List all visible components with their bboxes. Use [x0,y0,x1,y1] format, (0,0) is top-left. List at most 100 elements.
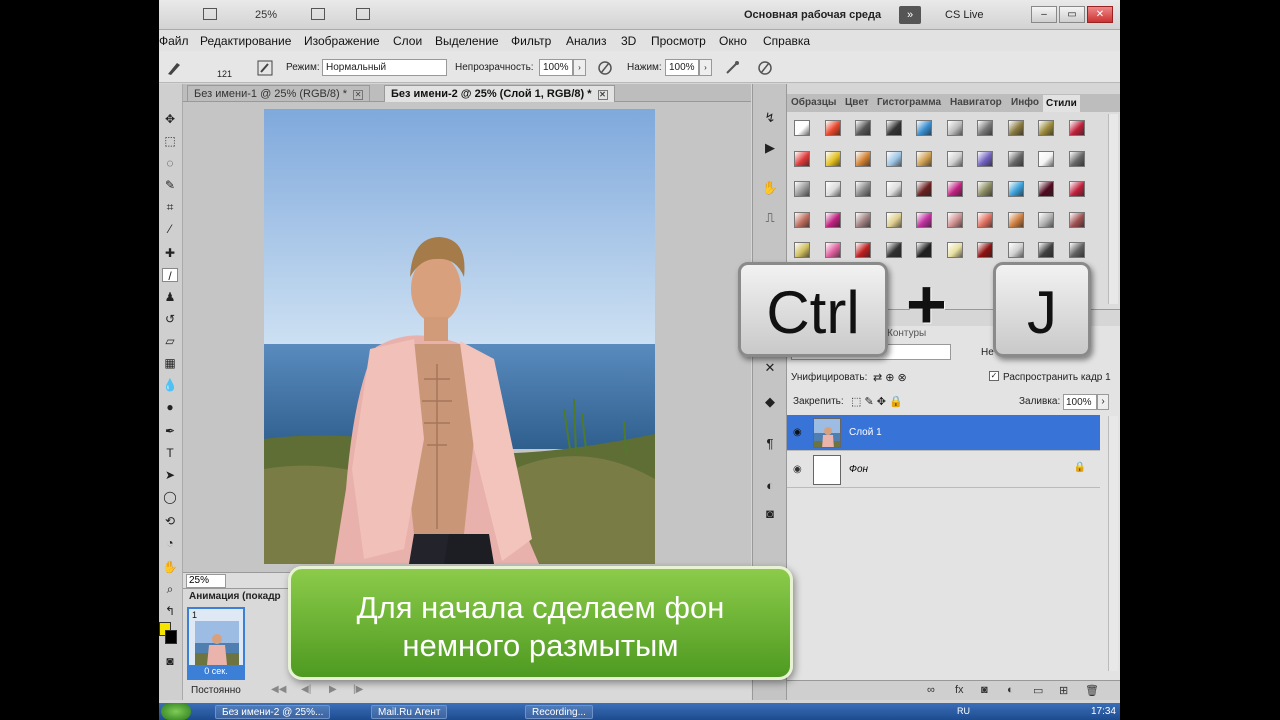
style-swatch[interactable] [946,181,963,197]
screen-mode-icon[interactable] [356,8,370,20]
play-icon[interactable]: ▶ [329,684,337,695]
tablet-pressure-icon[interactable] [756,59,774,77]
new-layer-icon[interactable]: ⊞ [1059,684,1068,697]
tablet-opacity-icon[interactable] [596,59,614,77]
style-swatch[interactable] [824,181,841,197]
marquee-tool-icon[interactable]: ⬚ [162,134,178,148]
style-swatch[interactable] [1068,181,1085,197]
prev-frame-icon[interactable]: ◀| [301,684,311,695]
menu-layers[interactable]: Слои [393,34,422,48]
actions-panel-icon[interactable]: ▶ [761,140,779,156]
fill-input[interactable]: 100% [1063,394,1097,410]
clone-source-icon[interactable]: ⎍ [761,210,779,226]
style-swatch[interactable] [946,242,963,258]
eraser-tool-icon[interactable]: ▱ [162,334,178,348]
workspace-label[interactable]: Основная рабочая среда [744,9,881,21]
move-tool-icon[interactable]: ✥ [162,112,178,126]
layout-icon[interactable] [203,8,217,20]
tab-color[interactable]: Цвет [845,97,869,108]
close-tab-icon[interactable]: ✕ [597,90,608,100]
airbrush-icon[interactable] [724,59,742,77]
style-swatch[interactable] [916,181,932,197]
style-swatch[interactable] [916,120,932,136]
menu-view[interactable]: Просмотр [651,34,706,48]
lock-icons[interactable]: ⬚ ✎ ✥ 🔒 [851,395,903,408]
brush-preset-icon[interactable] [165,59,183,77]
masks-icon[interactable]: ◆ [761,394,779,410]
language-indicator[interactable]: RU [957,706,970,716]
layers-scrollbar[interactable] [1108,416,1118,671]
view-extras-icon[interactable] [311,8,325,20]
cs-live-button[interactable]: CS Live [945,9,984,21]
style-swatch[interactable] [885,181,902,197]
type-tool-icon[interactable]: T [162,446,178,460]
loop-options-dropdown[interactable]: Постоянно [191,685,241,696]
style-swatch[interactable] [855,242,871,258]
layer-style-icon[interactable]: fx [955,684,964,696]
adjustment-layer-icon[interactable]: ◐ [1007,684,1014,696]
styles-scrollbar[interactable] [1108,114,1118,304]
style-swatch[interactable] [794,150,810,167]
menu-select[interactable]: Выделение [435,34,499,48]
pressure-input[interactable]: 100% [665,59,699,76]
style-swatch[interactable] [916,242,932,258]
style-swatch[interactable] [824,242,841,258]
quick-mask-icon[interactable]: ◙ [162,654,178,668]
style-swatch[interactable] [1068,150,1085,167]
zoom-level-dropdown[interactable]: 25% [255,9,277,21]
document-canvas-area[interactable] [183,102,751,572]
style-swatch[interactable] [1038,242,1054,258]
style-swatch[interactable] [794,181,810,197]
next-frame-icon[interactable]: |▶ [353,684,363,695]
style-swatch[interactable] [885,120,902,136]
style-swatch[interactable] [1007,120,1024,136]
menu-filter[interactable]: Фильтр [511,34,551,48]
style-swatch[interactable] [794,120,810,136]
visibility-eye-icon[interactable]: ◉ [793,464,802,475]
menu-image[interactable]: Изображение [304,34,380,48]
style-swatch[interactable] [1068,120,1085,136]
restore-button[interactable]: ▭ [1059,6,1085,23]
hand-tool-icon[interactable]: ✋ [162,560,178,574]
style-swatch[interactable] [824,150,841,167]
shape-tool-icon[interactable]: ◯ [162,490,178,504]
style-swatch[interactable] [855,150,871,167]
delete-layer-icon[interactable]: 🗑 [1085,684,1099,697]
style-swatch[interactable] [824,211,841,228]
camera-3d-icon[interactable]: ◙ [761,506,779,522]
path-selection-tool-icon[interactable]: ➤ [162,468,178,482]
workspace-more-button[interactable]: » [899,6,921,24]
doc-zoom-input[interactable]: 25% [186,574,226,588]
style-swatch[interactable] [855,181,871,197]
close-button[interactable]: ✕ [1087,6,1113,23]
tab-swatches[interactable]: Образцы [791,97,836,108]
animation-frame-1[interactable]: 1 0 сек. [187,607,245,680]
style-swatch[interactable] [885,150,902,167]
style-swatch[interactable] [946,150,963,167]
style-swatch[interactable] [977,211,993,228]
quick-select-tool-icon[interactable]: ✎ [162,178,178,192]
brush-panel-icon[interactable] [256,59,274,77]
zoom-tool-icon[interactable]: ⌕ [162,582,178,596]
swap-colors-icon[interactable]: ↰ [162,604,178,618]
history-brush-tool-icon[interactable]: ↺ [162,312,178,326]
style-swatch[interactable] [824,120,841,136]
style-swatch[interactable] [1007,150,1024,167]
style-swatch[interactable] [1007,181,1024,197]
style-swatch[interactable] [794,242,810,258]
mode-select[interactable]: Нормальный [322,59,447,76]
opacity-input[interactable]: 100% [539,59,573,76]
style-swatch[interactable] [1038,150,1054,167]
clone-stamp-tool-icon[interactable]: ♟ [162,290,178,304]
dodge-tool-icon[interactable]: ● [162,400,178,414]
blur-tool-icon[interactable]: 💧 [162,378,178,392]
background-color-swatch[interactable] [165,630,177,644]
style-swatch[interactable] [885,211,902,228]
new-group-icon[interactable]: ▭ [1033,684,1043,697]
style-swatch[interactable] [977,181,993,197]
tab-histogram[interactable]: Гистограмма [877,97,941,108]
propagate-checkbox[interactable]: ✓ [989,371,999,381]
channels-icon[interactable]: ◐ [761,478,779,494]
close-tab-icon[interactable]: ✕ [353,90,364,100]
3d-rotate-tool-icon[interactable]: ⟲ [162,514,178,528]
